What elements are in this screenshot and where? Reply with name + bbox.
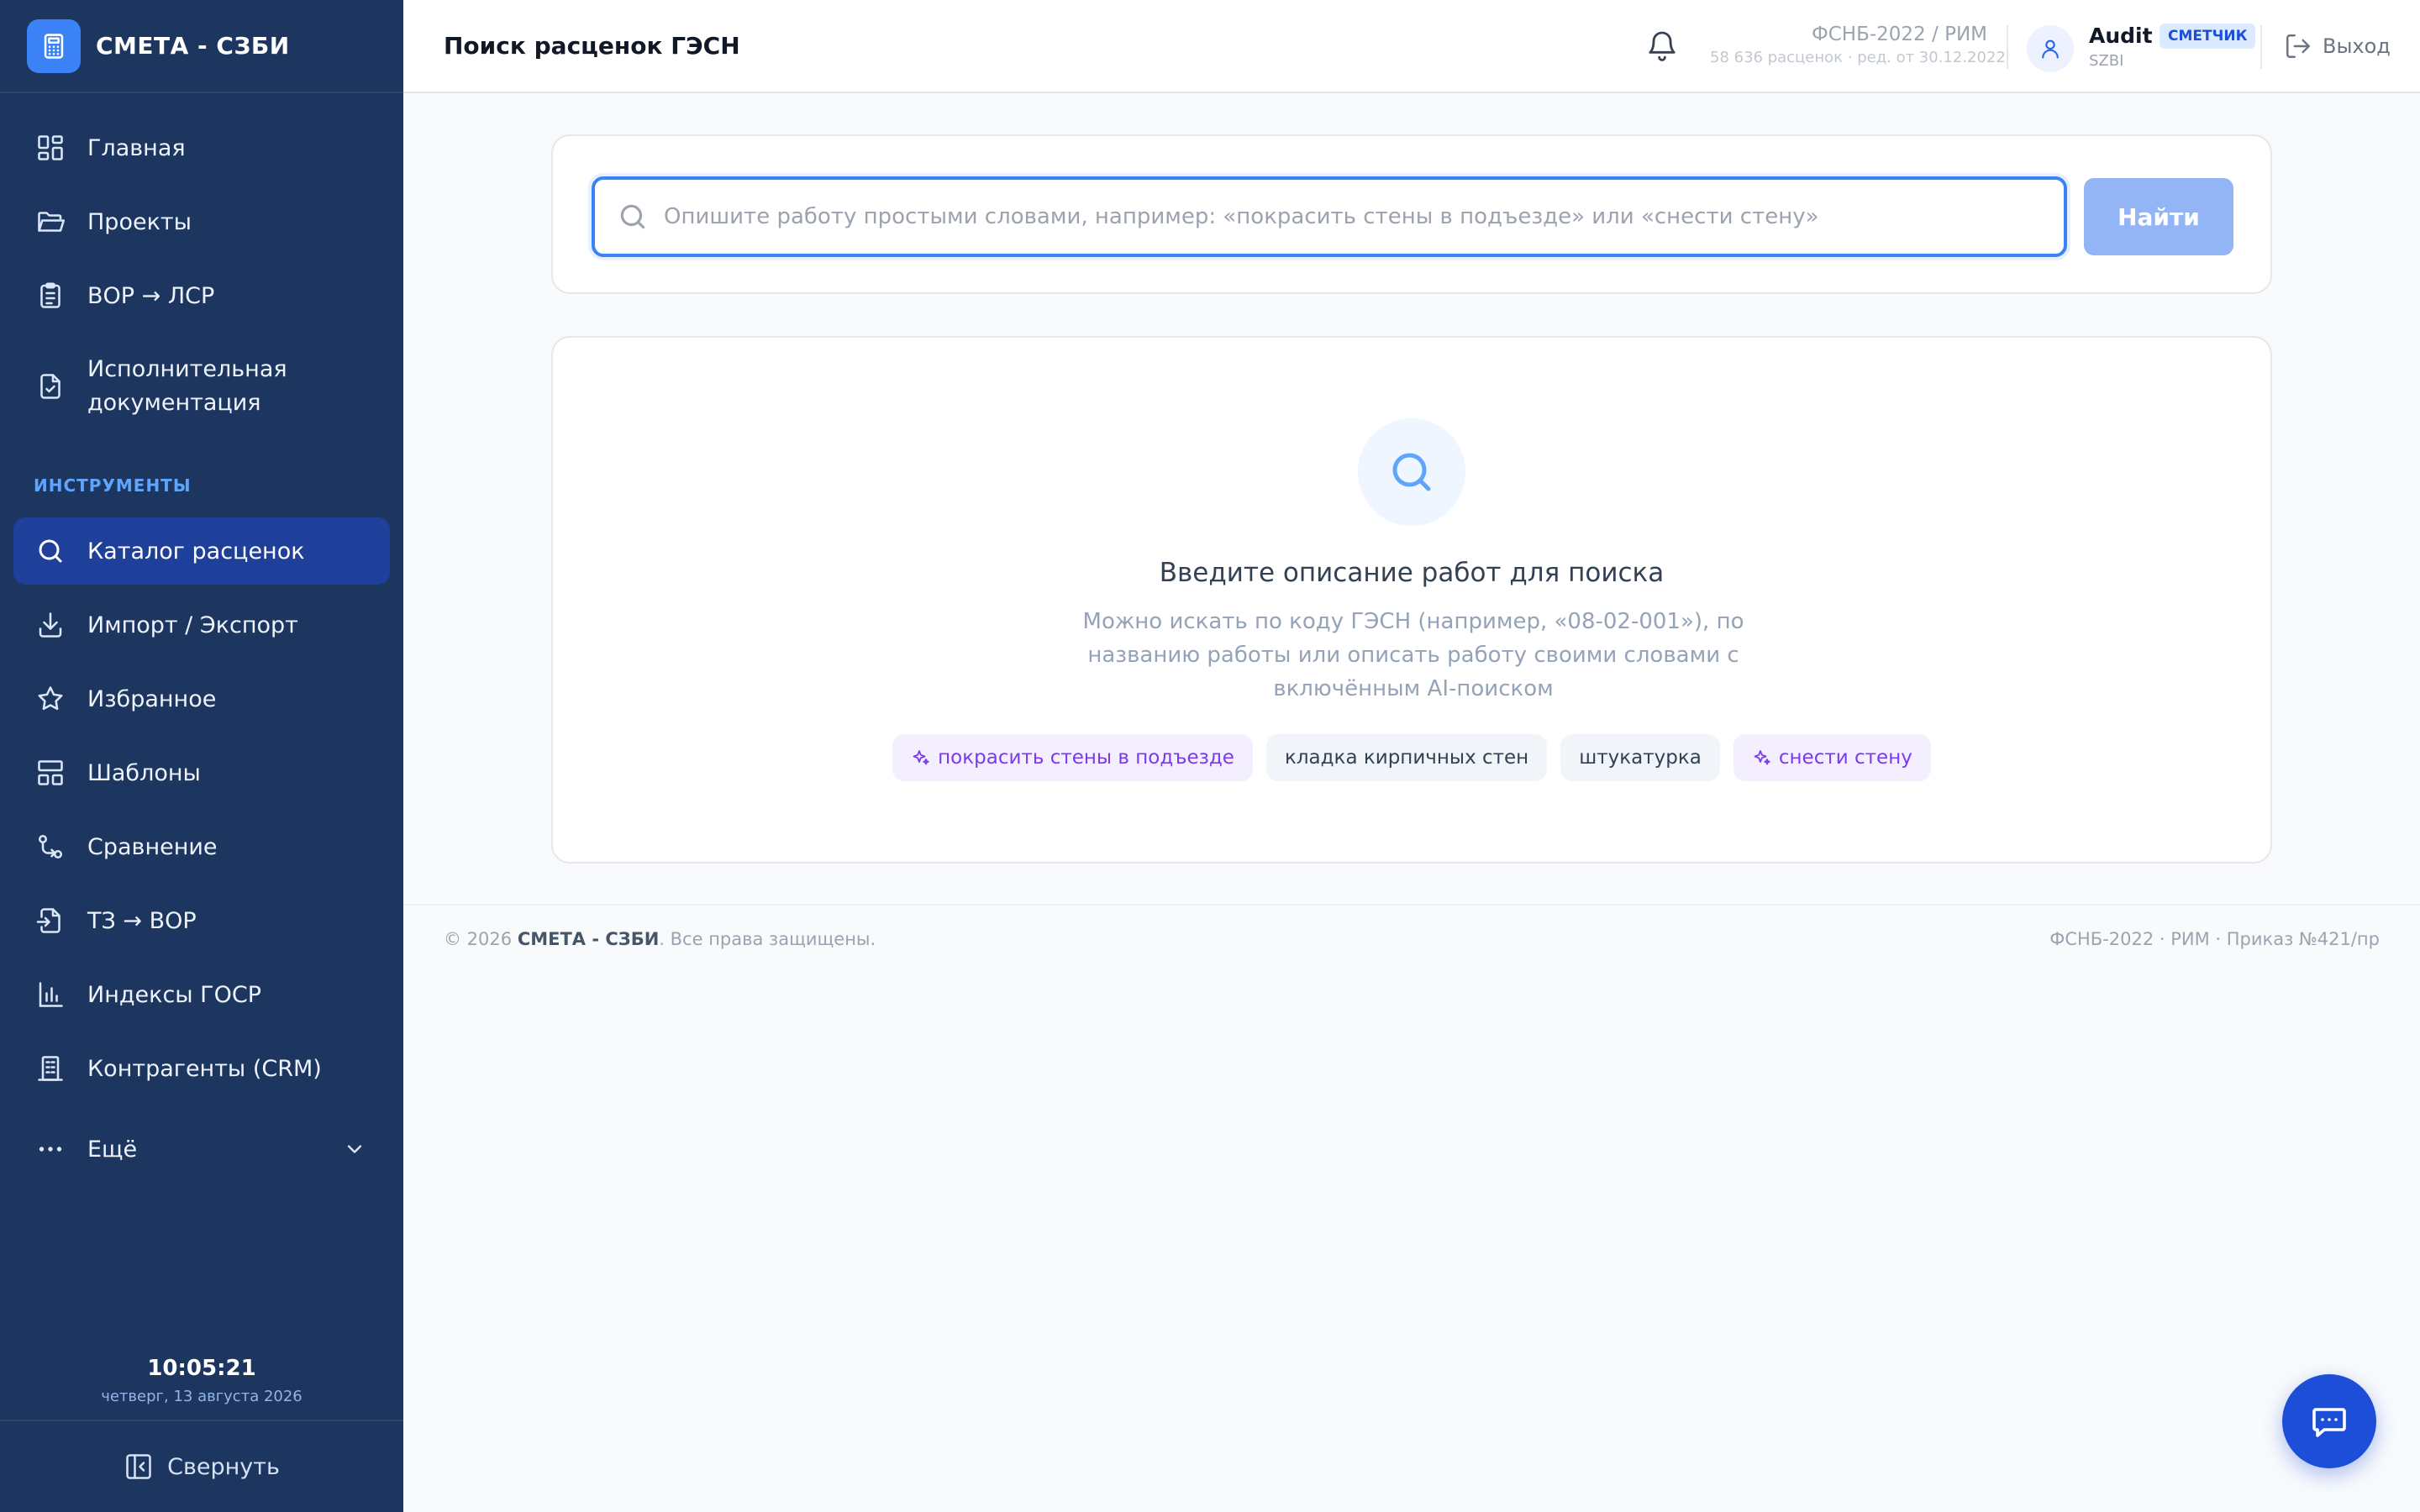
sidebar-item-label: Главная [87, 134, 186, 161]
chevron-down-icon [343, 1137, 366, 1161]
database-title: ФСНБ-2022 / РИМ [1811, 24, 1987, 45]
chat-button[interactable] [2282, 1374, 2376, 1468]
user-org: SZBI [2089, 52, 2124, 70]
sidebar: СМЕТА - СЗБИ Главная Проекты ВОР → ЛСР И… [0, 0, 403, 1512]
chat-icon [2309, 1401, 2349, 1441]
find-button[interactable]: Найти [2084, 178, 2233, 255]
empty-state-card: Введите описание работ для поиска Можно … [551, 336, 2272, 864]
footer-copyright: © 2026 СМЕТА - СЗБИ. Все права защищены. [444, 929, 876, 949]
search-icon [34, 534, 67, 568]
sidebar-item-label: Контрагенты (CRM) [87, 1055, 322, 1082]
collapse-sidebar-button[interactable]: Свернуть [0, 1420, 403, 1512]
search-card: Найти [551, 134, 2272, 294]
sidebar-item-label: Каталог расценок [87, 538, 305, 564]
sidebar-item-label: Сравнение [87, 833, 218, 860]
sidebar-item-label: Шаблоны [87, 759, 201, 786]
clock: 10:05:21 четверг, 13 августа 2026 [0, 1356, 403, 1405]
page-title: Поиск расценок ГЭСН [444, 32, 740, 60]
git-compare-icon [34, 830, 67, 864]
user-icon [2039, 37, 2062, 60]
suggestion-chip[interactable]: покрасить стены в подъезде [892, 734, 1253, 781]
more-horizontal-icon [34, 1132, 67, 1166]
footer-rights: . Все права защищены. [659, 929, 876, 949]
clipboard-icon [34, 279, 67, 312]
user-name: Audit [2089, 24, 2153, 48]
chip-label: покрасить стены в подъезде [938, 747, 1234, 769]
bar-chart-icon [34, 978, 67, 1011]
empty-state-title: Введите описание работ для поиска [1159, 558, 1665, 588]
file-check-icon [34, 370, 67, 403]
header-divider [2007, 25, 2008, 69]
search-icon [617, 201, 649, 233]
database-info: ФСНБ-2022 / РИМ 58 636 расценок · ред. о… [1710, 24, 2006, 66]
logout-label: Выход [2323, 34, 2391, 58]
header-divider [2260, 25, 2262, 69]
collapse-label: Свернуть [167, 1453, 280, 1480]
brand[interactable]: СМЕТА - СЗБИ [0, 0, 403, 93]
chip-label: снести стену [1778, 747, 1912, 769]
sparkles-icon [1752, 748, 1772, 768]
clock-time: 10:05:21 [147, 1356, 256, 1381]
sidebar-item-crm[interactable]: Контрагенты (CRM) [13, 1035, 390, 1102]
sidebar-item-favorites[interactable]: Избранное [13, 665, 390, 732]
star-icon [34, 682, 67, 716]
sidebar-item-tz-vor[interactable]: ТЗ → ВОР [13, 887, 390, 954]
sidebar-item-templates[interactable]: Шаблоны [13, 739, 390, 806]
logout-icon [2284, 32, 2312, 60]
suggestion-chip[interactable]: снести стену [1733, 734, 1931, 781]
footer-brand: СМЕТА - СЗБИ [517, 929, 660, 949]
sidebar-item-rate-catalog[interactable]: Каталог расценок [13, 517, 390, 585]
footer: © 2026 СМЕТА - СЗБИ. Все права защищены.… [403, 904, 2420, 971]
panel-collapse-icon [124, 1452, 154, 1482]
sidebar-item-label: Ещё [87, 1136, 138, 1163]
suggestion-chips: покрасить стены в подъезде кладка кирпич… [553, 734, 2270, 781]
sidebar-item-label: Избранное [87, 685, 217, 712]
chip-label: штукатурка [1579, 747, 1702, 769]
sidebar-item-gosr-indices[interactable]: Индексы ГОСР [13, 961, 390, 1028]
dashboard-icon [34, 131, 67, 165]
file-import-icon [34, 904, 67, 937]
clock-date: четверг, 13 августа 2026 [101, 1388, 302, 1405]
search-input[interactable] [664, 204, 2047, 229]
building-icon [34, 1052, 67, 1085]
role-badge: СМЕТЧИК [2160, 24, 2256, 49]
chip-label: кладка кирпичных стен [1284, 747, 1529, 769]
sidebar-item-label: Проекты [87, 208, 192, 235]
copyright-prefix: © 2026 [444, 929, 513, 949]
sidebar-item-compare[interactable]: Сравнение [13, 813, 390, 880]
sidebar-item-label: Индексы ГОСР [87, 981, 262, 1008]
sparkles-icon [911, 748, 931, 768]
calculator-icon [27, 18, 81, 73]
sidebar-item-more[interactable]: Ещё [13, 1116, 390, 1183]
suggestion-chip[interactable]: штукатурка [1560, 734, 1720, 781]
empty-state-search-icon [1358, 418, 1465, 526]
section-title-tools: ИНСТРУМЕНТЫ [34, 475, 192, 496]
footer-standard: ФСНБ-2022 · РИМ · Приказ №421/пр [2049, 929, 2380, 949]
download-icon [34, 608, 67, 642]
brand-name: СМЕТА - СЗБИ [96, 32, 290, 60]
top-header: Поиск расценок ГЭСН ФСНБ-2022 / РИМ 58 6… [403, 0, 2420, 93]
notifications-button[interactable] [1645, 29, 1679, 62]
sidebar-item-import-export[interactable]: Импорт / Экспорт [13, 591, 390, 659]
folder-open-icon [34, 205, 67, 239]
sidebar-item-label: ВОР → ЛСР [87, 282, 215, 309]
layout-icon [34, 756, 67, 790]
sidebar-item-label: ТЗ → ВОР [87, 907, 197, 934]
empty-state-description: Можно искать по коду ГЭСН (например, «08… [1082, 609, 1744, 701]
logout-button[interactable]: Выход [2284, 32, 2391, 60]
sidebar-item-label: Исполнительная документация [87, 356, 287, 416]
bell-icon [1645, 29, 1679, 62]
sidebar-item-projects[interactable]: Проекты [13, 188, 390, 255]
database-subtitle: 58 636 расценок · ред. от 30.12.2022 [1710, 49, 2006, 66]
sidebar-item-label: Импорт / Экспорт [87, 612, 298, 638]
sidebar-item-exec-docs[interactable]: Исполнительная документация [13, 343, 390, 430]
avatar[interactable] [2027, 25, 2074, 72]
search-box [592, 176, 2067, 257]
sidebar-item-vor-lsr[interactable]: ВОР → ЛСР [13, 262, 390, 329]
sidebar-item-home[interactable]: Главная [13, 114, 390, 181]
suggestion-chip[interactable]: кладка кирпичных стен [1265, 734, 1548, 781]
